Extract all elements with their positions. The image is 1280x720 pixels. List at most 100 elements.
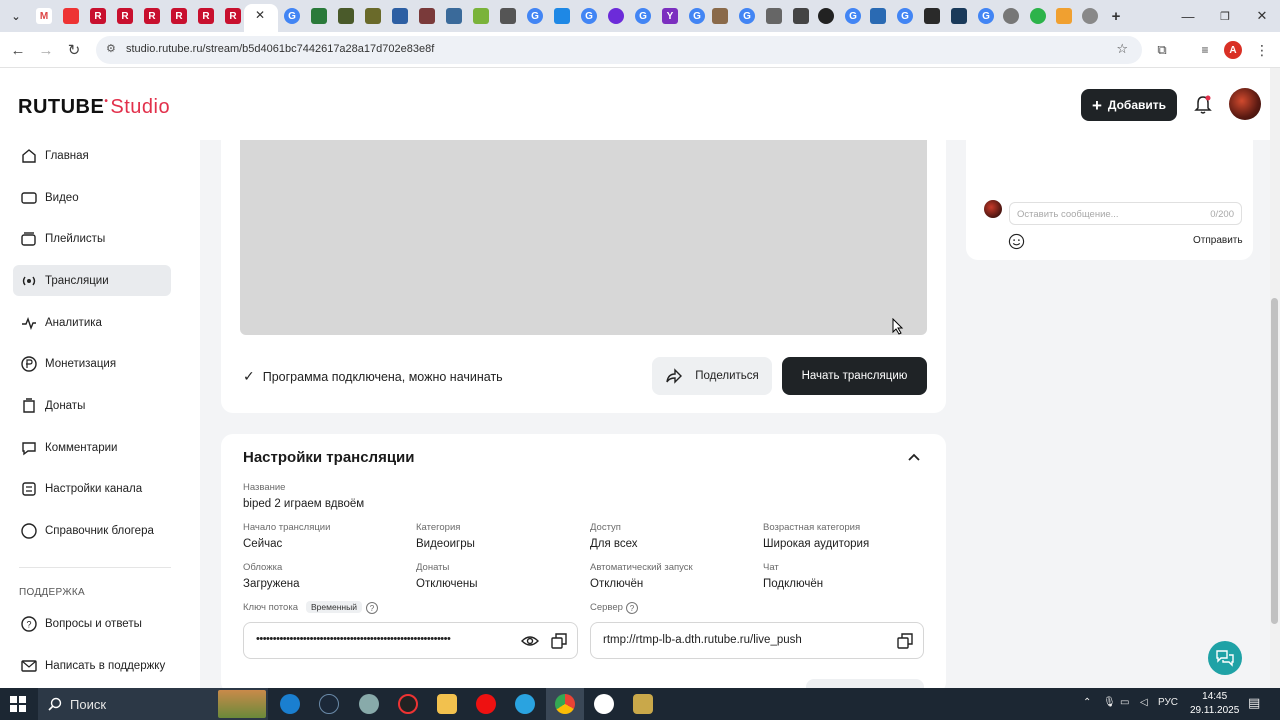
support-chat-button[interactable] xyxy=(1208,641,1242,675)
tab-icon[interactable] xyxy=(554,8,570,24)
app-icon[interactable] xyxy=(359,694,379,714)
sidebar-item-channel-settings[interactable]: Настройки канала xyxy=(13,473,171,504)
taskbar-clock[interactable]: 14:45 29.11.2025 xyxy=(1190,690,1239,718)
google-tab-icon[interactable]: G xyxy=(689,8,705,24)
google-tab-icon[interactable]: G xyxy=(284,8,300,24)
notification-bell-icon[interactable] xyxy=(1194,95,1212,115)
chrome-icon[interactable] xyxy=(555,694,575,714)
tab-icon[interactable] xyxy=(1056,8,1072,24)
question-icon[interactable]: ? xyxy=(626,602,638,614)
gmail-tab-icon[interactable]: M xyxy=(36,8,52,24)
site-info-icon[interactable]: ⚙ xyxy=(106,42,116,55)
emoji-icon[interactable] xyxy=(1008,233,1025,250)
copy-icon[interactable] xyxy=(896,632,914,650)
sidebar-item-analytics[interactable]: Аналитика xyxy=(13,307,171,338)
yandex-browser-icon[interactable] xyxy=(594,694,614,714)
back-icon[interactable]: ← xyxy=(8,40,28,60)
question-icon[interactable]: ? xyxy=(366,602,378,614)
add-button[interactable]: + Добавить xyxy=(1081,89,1177,121)
tab-icon[interactable] xyxy=(793,8,809,24)
tab-icon[interactable] xyxy=(392,8,408,24)
app-icon[interactable] xyxy=(633,694,653,714)
steam-icon[interactable] xyxy=(319,694,339,714)
sidebar-item-comments[interactable]: Комментарии xyxy=(13,432,171,463)
sidebar-item-monetization[interactable]: Монетизация xyxy=(13,348,171,379)
tab-search-icon[interactable]: ⌄ xyxy=(8,8,24,24)
microphone-icon[interactable]: 🎙 xyxy=(1103,697,1116,708)
tab-icon[interactable] xyxy=(951,8,967,24)
google-tab-icon[interactable]: G xyxy=(897,8,913,24)
tab-icon[interactable] xyxy=(338,8,354,24)
active-tab[interactable]: ✕ xyxy=(244,4,278,32)
tab-icon[interactable] xyxy=(419,8,435,24)
tab-icon[interactable] xyxy=(766,8,782,24)
google-tab-icon[interactable]: G xyxy=(978,8,994,24)
sidebar-item-playlists[interactable]: Плейлисты xyxy=(13,223,171,254)
rutube-tab-icon[interactable]: R xyxy=(144,8,160,24)
windows-start-icon[interactable] xyxy=(10,696,26,712)
yahoo-tab-icon[interactable]: Y xyxy=(662,8,678,24)
app-icon[interactable] xyxy=(398,694,418,714)
sidebar-item-home[interactable]: Главная xyxy=(13,140,171,171)
new-tab-icon[interactable]: + xyxy=(1108,8,1124,25)
telegram-icon[interactable] xyxy=(515,694,535,714)
language-indicator[interactable]: РУС xyxy=(1158,697,1178,708)
tab-icon[interactable] xyxy=(500,8,516,24)
network-icon[interactable]: ▭ xyxy=(1120,697,1129,708)
file-explorer-icon[interactable] xyxy=(437,694,457,714)
minimize-icon[interactable]: — xyxy=(1173,6,1203,26)
tab-icon[interactable] xyxy=(311,8,327,24)
video-preview[interactable] xyxy=(240,140,927,335)
start-broadcast-button[interactable]: Начать трансляцию xyxy=(782,357,927,395)
rutube-tab-icon[interactable]: R xyxy=(198,8,214,24)
tab-icon[interactable] xyxy=(1030,8,1046,24)
tab-icon[interactable] xyxy=(1082,8,1098,24)
tab-icon[interactable] xyxy=(365,8,381,24)
chevron-up-icon[interactable] xyxy=(906,451,922,463)
eye-icon[interactable] xyxy=(521,633,539,649)
google-tab-icon[interactable]: G xyxy=(527,8,543,24)
tab-icon[interactable] xyxy=(446,8,462,24)
address-bar[interactable]: ⚙ studio.rutube.ru/stream/b5d4061bc74426… xyxy=(96,36,1142,64)
close-tab-icon[interactable]: ✕ xyxy=(255,8,265,22)
forward-icon[interactable]: → xyxy=(36,40,56,60)
server-field[interactable]: rtmp://rtmp-lb-a.dth.rutube.ru/live_push xyxy=(590,622,924,659)
copy-icon[interactable] xyxy=(550,632,568,650)
tab-icon[interactable] xyxy=(712,8,728,24)
sidebar-item-donations[interactable]: Донаты xyxy=(13,390,171,421)
maximize-icon[interactable]: ❐ xyxy=(1210,6,1240,26)
send-button[interactable]: Отправить xyxy=(1193,235,1243,246)
sidebar-item-broadcasts[interactable]: Трансляции xyxy=(13,265,171,296)
tab-icon[interactable] xyxy=(1003,8,1019,24)
extensions-icon[interactable]: ⧉ xyxy=(1152,40,1172,60)
google-tab-icon[interactable]: G xyxy=(635,8,651,24)
media-controls-icon[interactable]: ≡ xyxy=(1195,40,1215,60)
tab-icon[interactable] xyxy=(608,8,624,24)
url-text[interactable]: studio.rutube.ru/stream/b5d4061bc7442617… xyxy=(126,43,434,55)
rutube-tab-icon[interactable]: R xyxy=(225,8,241,24)
google-tab-icon[interactable]: G xyxy=(845,8,861,24)
rutube-tab-icon[interactable]: R xyxy=(90,8,106,24)
scrollbar-thumb[interactable] xyxy=(1271,298,1278,624)
rutube-tab-icon[interactable]: R xyxy=(117,8,133,24)
share-button[interactable]: Поделиться xyxy=(652,357,772,395)
chat-message-input[interactable]: Оставить сообщение... 0/200 xyxy=(1009,202,1242,225)
notifications-icon[interactable]: ▤ xyxy=(1248,695,1260,711)
opera-icon[interactable] xyxy=(476,694,496,714)
google-tab-icon[interactable]: G xyxy=(739,8,755,24)
tab-icon[interactable] xyxy=(924,8,940,24)
stream-key-field[interactable]: ••••••••••••••••••••••••••••••••••••••••… xyxy=(243,622,578,659)
tab-icon[interactable] xyxy=(870,8,886,24)
browser-menu-icon[interactable]: ⋮ xyxy=(1252,40,1272,60)
partially-visible-button[interactable] xyxy=(806,679,924,688)
close-window-icon[interactable]: ✕ xyxy=(1247,6,1277,26)
tray-expand-icon[interactable]: ⌃ xyxy=(1083,697,1091,708)
tab-icon[interactable] xyxy=(63,8,79,24)
google-tab-icon[interactable]: G xyxy=(581,8,597,24)
reload-icon[interactable]: ↻ xyxy=(64,40,84,60)
edge-icon[interactable] xyxy=(280,694,300,714)
tab-icon[interactable] xyxy=(818,8,834,24)
tab-icon[interactable] xyxy=(473,8,489,24)
sidebar-item-blogger-guide[interactable]: Справочник блогера xyxy=(13,515,171,546)
taskbar-search[interactable]: Поиск xyxy=(38,688,268,720)
